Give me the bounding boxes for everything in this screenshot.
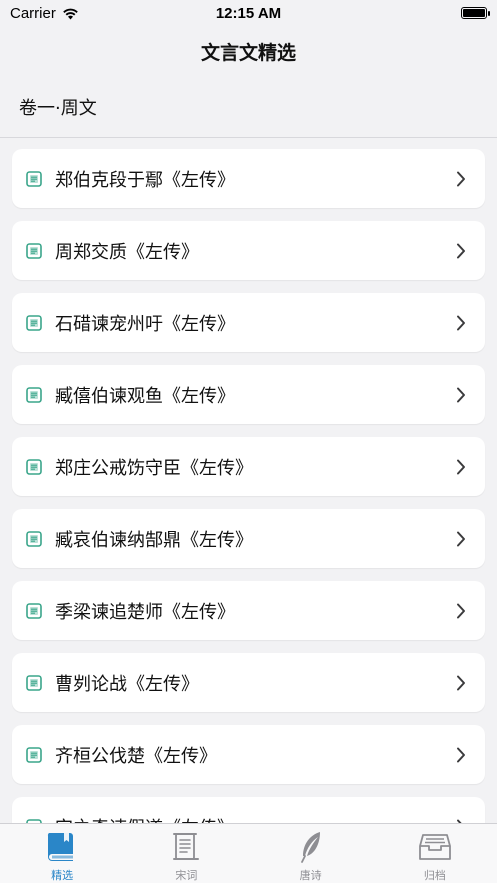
tab-jingxuan[interactable]: 精选 (0, 824, 124, 883)
list-item[interactable]: 臧哀伯谏纳郜鼎《左传》 (12, 509, 485, 568)
list-item-title: 郑伯克段于鄢《左传》 (55, 169, 235, 191)
chevron-right-icon (455, 746, 467, 764)
chevron-right-icon (455, 242, 467, 260)
list-item[interactable]: 石碏谏宠州吁《左传》 (12, 293, 485, 352)
feather-icon (294, 830, 328, 864)
document-icon (26, 386, 42, 403)
chevron-right-icon (455, 530, 467, 548)
tab-guidang[interactable]: 归档 (373, 824, 497, 883)
document-icon (26, 746, 42, 763)
document-icon (26, 674, 42, 691)
section-header: 卷一·周文 (0, 76, 497, 138)
document-icon (26, 458, 42, 475)
document-icon (26, 170, 42, 187)
list-item-title: 曹刿论战《左传》 (55, 673, 199, 695)
list-item[interactable]: 周郑交质《左传》 (12, 221, 485, 280)
document-icon (26, 314, 42, 331)
archive-tray-icon (418, 830, 452, 864)
battery-icon (461, 7, 490, 19)
tab-label: 精选 (51, 869, 74, 882)
section-title: 卷一·周文 (19, 97, 97, 119)
status-left: Carrier (10, 5, 79, 22)
wifi-icon (63, 8, 78, 19)
document-icon (26, 530, 42, 547)
chevron-right-icon (455, 386, 467, 404)
list-item-title: 郑庄公戒饬守臣《左传》 (55, 457, 253, 479)
list-item[interactable]: 郑庄公戒饬守臣《左传》 (12, 437, 485, 496)
list-item-title: 臧哀伯谏纳郜鼎《左传》 (55, 529, 253, 551)
list-item[interactable]: 郑伯克段于鄢《左传》 (12, 149, 485, 208)
battery-fill (463, 9, 485, 17)
list-item-title: 齐桓公伐楚《左传》 (55, 745, 217, 767)
document-icon (26, 242, 42, 259)
tab-tangshi[interactable]: 唐诗 (249, 824, 373, 883)
list-item[interactable]: 臧僖伯谏观鱼《左传》 (12, 365, 485, 424)
book-icon (45, 830, 79, 864)
carrier-label: Carrier (10, 4, 56, 22)
scroll-icon (169, 830, 203, 864)
article-list: 郑伯克段于鄢《左传》 周郑交质《左传》石碏谏宠州吁《左传》 臧僖伯谏观鱼《左传》 郑庄… (12, 149, 485, 869)
tab-songci[interactable]: 宋词 (124, 824, 248, 883)
chevron-right-icon (455, 458, 467, 476)
list-item-title: 石碏谏宠州吁《左传》 (55, 313, 235, 335)
screen: Carrier 12:15 AM 文言文精选 卷一·周文 郑伯克段于鄢《左传》周… (0, 0, 497, 883)
list-item[interactable]: 曹刿论战《左传》 (12, 653, 485, 712)
tab-bar: 精选 宋词 唐诗 归档 (0, 823, 497, 883)
status-bar: Carrier 12:15 AM (0, 0, 497, 26)
list-item-title: 季梁谏追楚师《左传》 (55, 601, 235, 623)
chevron-right-icon (455, 602, 467, 620)
tab-label: 归档 (423, 869, 446, 882)
chevron-right-icon (455, 674, 467, 692)
list-item[interactable]: 季梁谏追楚师《左传》 (12, 581, 485, 640)
tab-label: 宋词 (175, 869, 198, 882)
list-item-title: 周郑交质《左传》 (55, 241, 199, 263)
chevron-right-icon (455, 314, 467, 332)
tab-label: 唐诗 (299, 869, 322, 882)
list-item-title: 臧僖伯谏观鱼《左传》 (55, 385, 235, 407)
document-icon (26, 602, 42, 619)
nav-bar: 文言文精选 (0, 26, 497, 76)
list-item[interactable]: 齐桓公伐楚《左传》 (12, 725, 485, 784)
page-title: 文言文精选 (200, 41, 296, 64)
chevron-right-icon (455, 170, 467, 188)
